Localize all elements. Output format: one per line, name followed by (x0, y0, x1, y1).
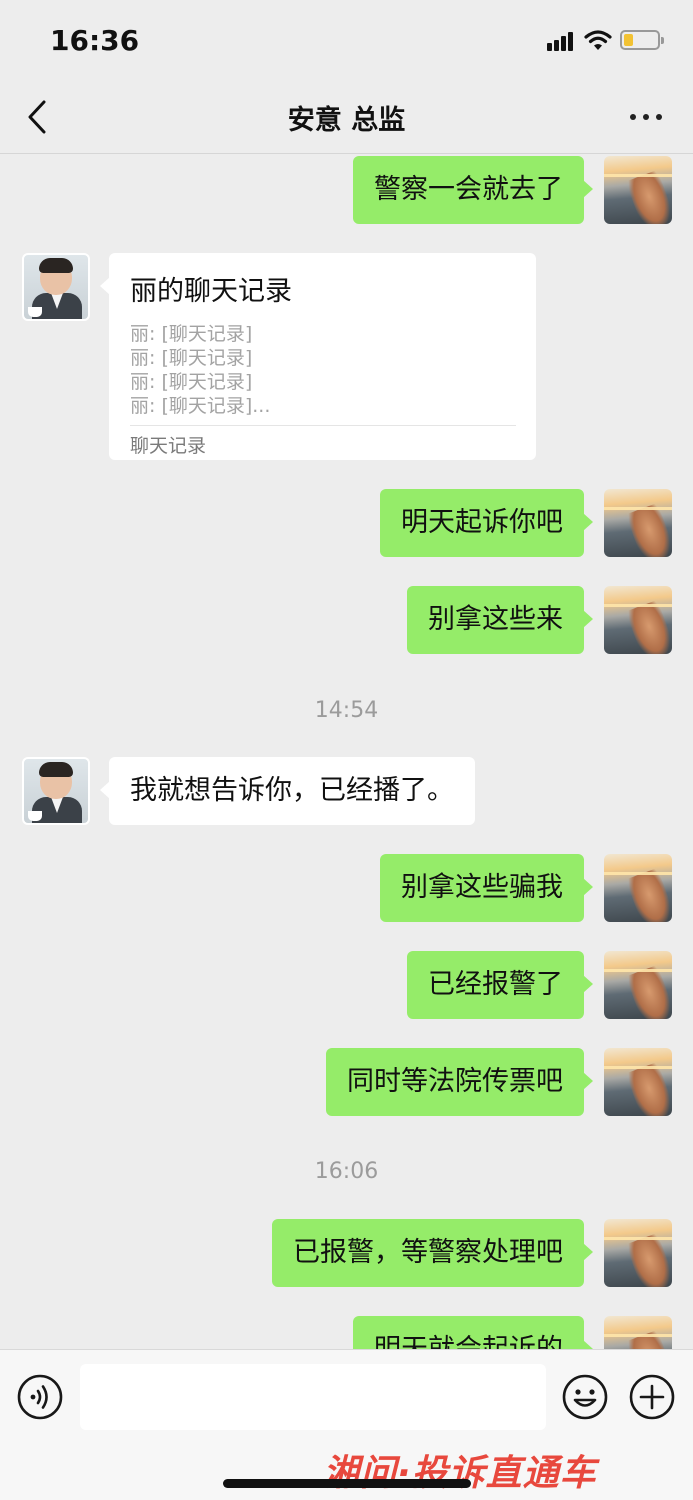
wifi-icon (584, 30, 612, 50)
chat-record-title: 丽的聊天记录 (130, 276, 292, 307)
chat-record-card[interactable]: 丽的聊天记录 丽: [聊天记录] 丽: [聊天记录] 丽: [聊天记录] 丽: … (100, 253, 536, 460)
chat-record-line: 丽: [聊天记录] (130, 323, 253, 345)
message-bubble-sent[interactable]: 已经报警了 (407, 951, 593, 1019)
message-bubble-sent[interactable]: 明天起诉你吧 (380, 489, 593, 557)
my-avatar[interactable] (604, 951, 672, 1019)
time-divider: 14:54 (314, 698, 379, 723)
watermark-logo: 湘问·投诉直通车 (323, 1453, 597, 1494)
my-avatar[interactable] (604, 1048, 672, 1116)
chat-record-footer: 聊天记录 (130, 435, 207, 457)
my-avatar[interactable] (604, 156, 672, 224)
message-bubble-sent[interactable]: 已报警，等警察处理吧 (272, 1219, 593, 1287)
status-time: 16:36 (50, 24, 140, 57)
message-bubble-sent[interactable]: 别拿这些骗我 (380, 854, 593, 922)
message-bubble-sent[interactable]: 同时等法院传票吧 (326, 1048, 593, 1116)
input-bar: 湘问·投诉直通车 (0, 1349, 693, 1500)
contact-avatar[interactable] (22, 253, 90, 321)
divider (130, 425, 516, 426)
message-bubble-sent[interactable]: 别拿这些来 (407, 586, 593, 654)
status-bar: 16:36 (0, 0, 693, 80)
message-bubble-received[interactable]: 我就想告诉你，已经播了。 (100, 757, 475, 825)
my-avatar[interactable] (604, 854, 672, 922)
home-indicator[interactable] (223, 1479, 471, 1488)
battery-icon (620, 30, 664, 50)
signal-icon (547, 31, 577, 51)
contact-avatar[interactable] (22, 757, 90, 825)
nav-bar: 安意 总监 (0, 80, 693, 154)
my-avatar[interactable] (604, 489, 672, 557)
voice-input-icon[interactable] (17, 1374, 63, 1420)
my-avatar[interactable] (604, 1316, 672, 1349)
message-bubble-sent[interactable]: 警察一会就去了 (353, 156, 593, 224)
more-icon[interactable] (626, 104, 666, 130)
chat-area[interactable]: 警察一会就去了 丽的聊天记录 丽: [聊天记录] 丽: [聊天记录] 丽: [聊… (0, 155, 693, 1349)
message-bubble-sent[interactable]: 明天就会起诉的 (353, 1316, 593, 1349)
chat-record-line: 丽: [聊天记录] (130, 347, 253, 369)
emoji-icon[interactable] (562, 1374, 608, 1420)
my-avatar[interactable] (604, 586, 672, 654)
chat-title: 安意 总监 (287, 105, 406, 136)
chat-record-line: 丽: [聊天记录]... (130, 395, 271, 417)
my-avatar[interactable] (604, 1219, 672, 1287)
plus-icon[interactable] (629, 1374, 675, 1420)
chat-record-line: 丽: [聊天记录] (130, 371, 253, 393)
time-divider: 16:06 (314, 1159, 379, 1184)
message-input[interactable] (80, 1364, 546, 1430)
